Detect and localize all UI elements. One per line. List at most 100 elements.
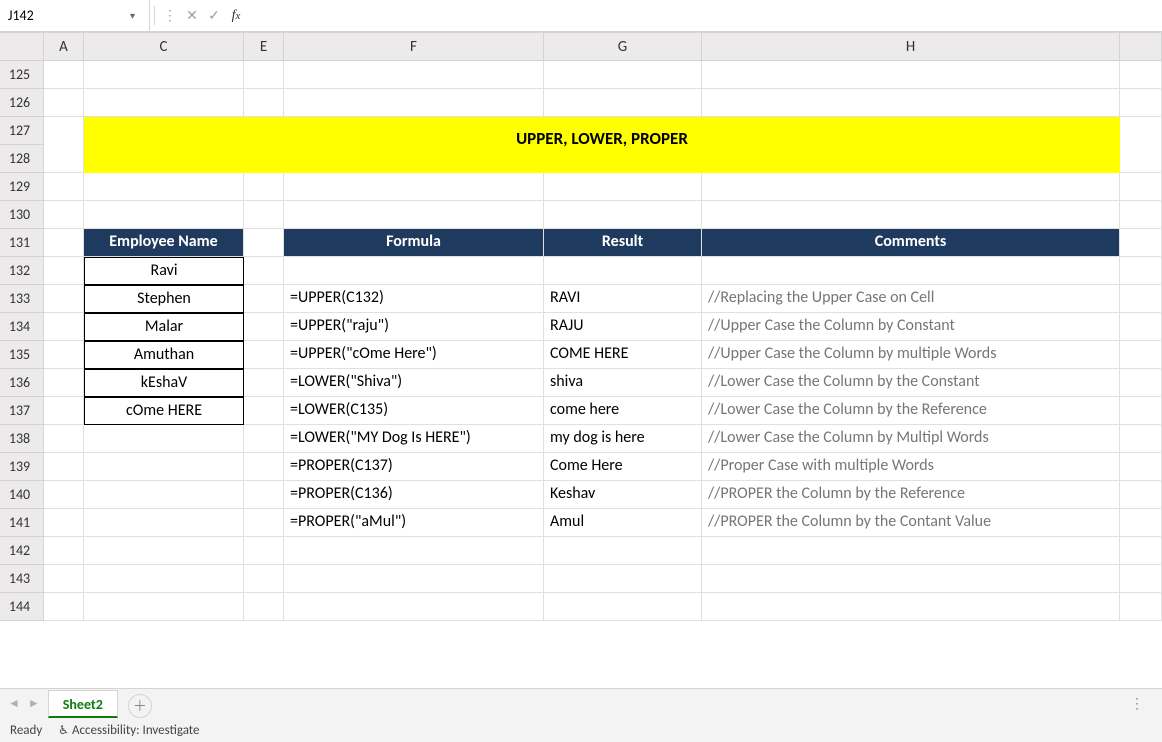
row-header[interactable]: 126	[0, 89, 44, 117]
formula-cell[interactable]: =UPPER(C132)	[284, 285, 544, 313]
cell[interactable]	[244, 537, 284, 565]
worksheet-grid[interactable]: A C E F G H 125 126 127 128 129 130 131 …	[0, 32, 1162, 688]
col-header[interactable]: A	[44, 33, 84, 61]
col-header[interactable]: E	[244, 33, 284, 61]
comment-cell[interactable]: //PROPER the Column by the Contant Value	[702, 509, 1120, 537]
formula-cell[interactable]: =LOWER("Shiva")	[284, 369, 544, 397]
row-header[interactable]: 131	[0, 229, 44, 257]
cell[interactable]	[284, 173, 544, 201]
cell[interactable]	[244, 369, 284, 397]
cell[interactable]	[84, 61, 244, 89]
formula-cell[interactable]: =PROPER(C137)	[284, 453, 544, 481]
result-cell[interactable]: COME HERE	[544, 341, 702, 369]
cell[interactable]	[44, 61, 84, 89]
cell[interactable]	[44, 341, 84, 369]
cell[interactable]	[44, 89, 84, 117]
row-header[interactable]: 141	[0, 509, 44, 537]
cell[interactable]	[702, 565, 1120, 593]
cell[interactable]	[244, 509, 284, 537]
cell[interactable]	[244, 565, 284, 593]
employee-cell[interactable]: Amuthan	[84, 341, 244, 369]
cell[interactable]	[244, 313, 284, 341]
cell[interactable]	[44, 425, 84, 453]
row-header[interactable]: 125	[0, 61, 44, 89]
cell[interactable]	[244, 481, 284, 509]
row-header[interactable]: 133	[0, 285, 44, 313]
cell[interactable]	[84, 509, 244, 537]
employee-cell[interactable]: cOme HERE	[84, 397, 244, 425]
cell[interactable]	[544, 89, 702, 117]
row-header[interactable]: 134	[0, 313, 44, 341]
cell[interactable]	[544, 257, 702, 285]
comment-cell[interactable]: //Upper Case the Column by Constant	[702, 313, 1120, 341]
cell[interactable]	[544, 565, 702, 593]
table-header[interactable]: Formula	[284, 229, 544, 257]
row-header[interactable]: 143	[0, 565, 44, 593]
fx-icon[interactable]: fx	[225, 8, 247, 24]
cell[interactable]	[244, 201, 284, 229]
cell[interactable]	[44, 117, 84, 173]
arrow-right-icon[interactable]: ►	[28, 696, 40, 711]
cell[interactable]	[244, 341, 284, 369]
comment-cell[interactable]: //Lower Case the Column by the Constant	[702, 369, 1120, 397]
cell[interactable]	[1120, 89, 1162, 117]
table-header[interactable]: Comments	[702, 229, 1120, 257]
cell[interactable]	[702, 173, 1120, 201]
cell[interactable]	[84, 425, 244, 453]
cell[interactable]	[84, 173, 244, 201]
cell[interactable]	[44, 481, 84, 509]
cell[interactable]	[244, 89, 284, 117]
cell[interactable]	[44, 257, 84, 285]
cell[interactable]	[1120, 481, 1162, 509]
comment-cell[interactable]: //Replacing the Upper Case on Cell	[702, 285, 1120, 313]
cell[interactable]	[1120, 425, 1162, 453]
cell[interactable]	[702, 61, 1120, 89]
cell[interactable]	[44, 229, 84, 257]
result-cell[interactable]: my dog is here	[544, 425, 702, 453]
row-header[interactable]: 136	[0, 369, 44, 397]
employee-cell[interactable]: kEshaV	[84, 369, 244, 397]
cell[interactable]	[1120, 453, 1162, 481]
check-icon[interactable]: ✓	[203, 7, 225, 24]
row-header[interactable]: 144	[0, 593, 44, 621]
cell[interactable]	[544, 593, 702, 621]
cell[interactable]	[544, 173, 702, 201]
comment-cell[interactable]: //Lower Case the Column by the Reference	[702, 397, 1120, 425]
formula-input[interactable]	[247, 0, 1162, 31]
cell[interactable]	[284, 565, 544, 593]
cell[interactable]	[1120, 257, 1162, 285]
row-header[interactable]: 137	[0, 397, 44, 425]
result-cell[interactable]: Come Here	[544, 453, 702, 481]
cell[interactable]	[44, 397, 84, 425]
row-header[interactable]: 135	[0, 341, 44, 369]
formula-cell[interactable]: =LOWER(C135)	[284, 397, 544, 425]
cell[interactable]	[702, 537, 1120, 565]
cell[interactable]	[44, 593, 84, 621]
cell[interactable]	[44, 285, 84, 313]
arrow-left-icon[interactable]: ◄	[8, 696, 20, 711]
cell[interactable]	[1120, 229, 1162, 257]
comment-cell[interactable]: //Upper Case the Column by multiple Word…	[702, 341, 1120, 369]
name-box[interactable]: J142 ▾	[0, 0, 150, 31]
cell[interactable]	[1120, 61, 1162, 89]
cell[interactable]	[84, 481, 244, 509]
cell[interactable]	[44, 313, 84, 341]
employee-cell[interactable]: Malar	[84, 313, 244, 341]
cell[interactable]	[244, 173, 284, 201]
result-cell[interactable]: RAJU	[544, 313, 702, 341]
cell[interactable]	[84, 565, 244, 593]
add-sheet-button[interactable]: ＋	[128, 694, 152, 718]
cells-area[interactable]: UPPER, LOWER, PROPER Employee Name Formu…	[44, 61, 1162, 621]
cell[interactable]	[44, 565, 84, 593]
cell[interactable]	[244, 285, 284, 313]
formula-cell[interactable]: =PROPER(C136)	[284, 481, 544, 509]
cell[interactable]	[1120, 201, 1162, 229]
column-headers[interactable]: A C E F G H	[44, 33, 1162, 61]
cell[interactable]	[84, 593, 244, 621]
cell[interactable]	[244, 453, 284, 481]
sheet-tab-active[interactable]: Sheet2	[48, 690, 118, 718]
cell[interactable]	[44, 173, 84, 201]
formula-cell[interactable]: =LOWER("MY Dog Is HERE")	[284, 425, 544, 453]
cell[interactable]	[702, 201, 1120, 229]
cell[interactable]	[1120, 313, 1162, 341]
